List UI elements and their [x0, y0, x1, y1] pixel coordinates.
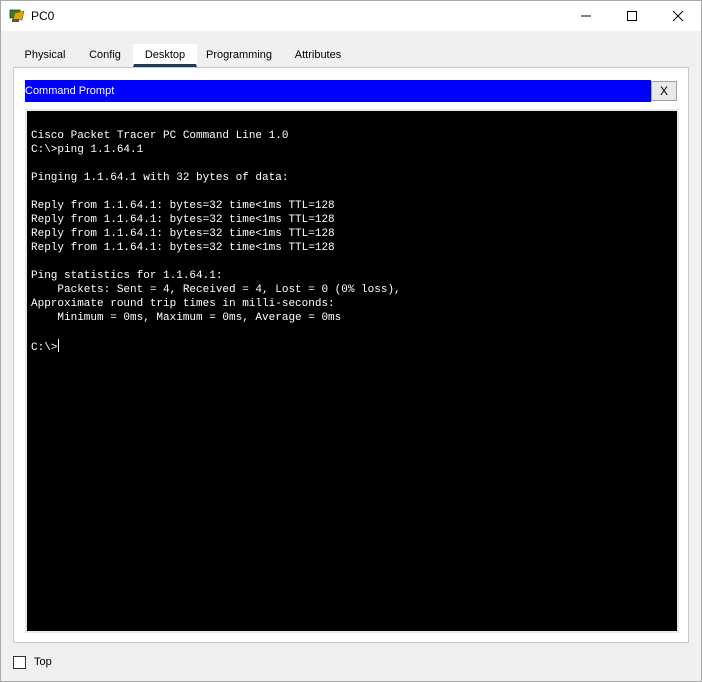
top-checkbox[interactable] [13, 655, 26, 669]
console-line: Cisco Packet Tracer PC Command Line 1.0 [31, 130, 289, 142]
close-button[interactable] [655, 1, 701, 31]
console-line: Ping statistics for 1.1.64.1: [31, 270, 223, 282]
console-line: Pinging 1.1.64.1 with 32 bytes of data: [31, 172, 289, 184]
window-title: PC0 [31, 9, 55, 23]
console-line: Reply from 1.1.64.1: bytes=32 time<1ms T… [31, 242, 335, 254]
console-prompt: C:\> [31, 342, 58, 354]
tab-config[interactable]: Config [77, 44, 133, 66]
console-line: Minimum = 0ms, Maximum = 0ms, Average = … [31, 312, 342, 324]
command-prompt-console[interactable]: Cisco Packet Tracer PC Command Line 1.0 C… [27, 111, 677, 631]
tab-desktop[interactable]: Desktop [133, 44, 197, 67]
text-cursor [58, 339, 60, 352]
command-prompt-title: Command Prompt [25, 80, 651, 102]
close-icon [672, 10, 684, 22]
cisco-pc-icon [9, 9, 25, 22]
console-line: C:\>ping 1.1.64.1 [31, 144, 144, 156]
maximize-icon [627, 11, 637, 21]
pc0-window: PC0 Physical Config Desktop Programming … [0, 0, 702, 682]
tab-programming[interactable]: Programming [197, 44, 281, 66]
tab-attributes[interactable]: Attributes [281, 44, 355, 66]
console-prompt-line: C:\> [31, 339, 673, 354]
console-line: Reply from 1.1.64.1: bytes=32 time<1ms T… [31, 200, 335, 212]
console-line: Packets: Sent = 4, Received = 4, Lost = … [31, 284, 401, 296]
minimize-icon [581, 15, 591, 17]
console-line: Reply from 1.1.64.1: bytes=32 time<1ms T… [31, 214, 335, 226]
console-line: Reply from 1.1.64.1: bytes=32 time<1ms T… [31, 228, 335, 240]
command-prompt-close-button[interactable]: X [651, 81, 677, 101]
tab-bar: Physical Config Desktop Programming Attr… [13, 44, 355, 67]
tab-physical[interactable]: Physical [13, 44, 77, 66]
maximize-button[interactable] [609, 1, 655, 31]
console-line: Approximate round trip times in milli-se… [31, 298, 335, 310]
footer: Top [13, 654, 52, 670]
minimize-button[interactable] [563, 1, 609, 31]
top-checkbox-label: Top [34, 656, 52, 668]
title-bar: PC0 [1, 1, 701, 31]
